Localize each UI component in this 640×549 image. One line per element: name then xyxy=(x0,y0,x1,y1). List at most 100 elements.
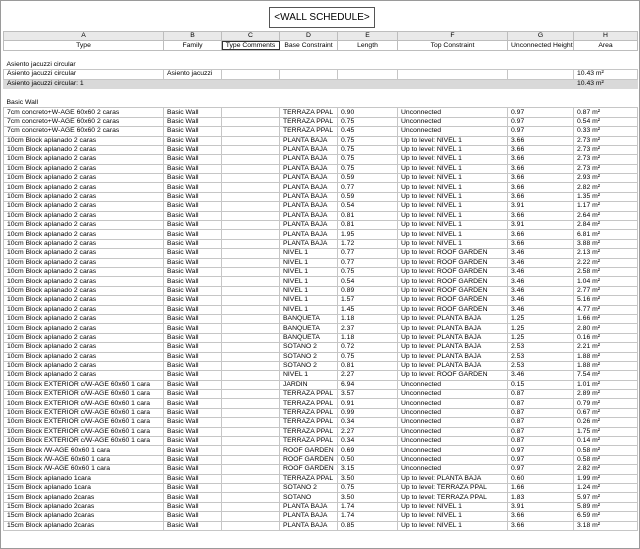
column-letter-d[interactable]: D xyxy=(279,30,338,42)
table-cell[interactable]: Basic Wall xyxy=(163,313,222,325)
table-cell[interactable]: 10cm Block aplanado 2 caras xyxy=(3,210,164,222)
table-cell[interactable]: 0.75 xyxy=(337,482,398,494)
column-header[interactable]: Length xyxy=(337,40,398,51)
table-cell[interactable]: 15cm Block aplanado 2caras xyxy=(3,492,164,503)
table-cell[interactable]: BANQUETA xyxy=(279,323,338,334)
table-cell[interactable] xyxy=(221,379,280,391)
table-row[interactable]: 10cm Block aplanado 2 caras Basic Wall NIV… xyxy=(3,257,638,269)
table-cell[interactable]: 0.75 xyxy=(337,351,398,362)
table-cell[interactable]: Basic Wall xyxy=(163,360,222,372)
table-cell[interactable] xyxy=(221,163,280,175)
table-cell[interactable] xyxy=(507,69,574,80)
table-cell[interactable]: Up to level: NIVEL 1 xyxy=(397,229,508,240)
table-cell[interactable]: Basic Wall xyxy=(163,295,222,306)
table-cell[interactable]: 3.66 xyxy=(507,144,574,156)
table-cell[interactable]: Up to level: NIVEL 1 xyxy=(397,201,508,212)
table-cell[interactable]: Up to level: TERRAZA PPAL xyxy=(397,482,508,494)
table-cell[interactable]: 2.73 m² xyxy=(573,163,638,175)
table-cell[interactable]: Basic Wall xyxy=(163,511,222,522)
table-cell[interactable] xyxy=(221,220,280,231)
table-cell[interactable]: 10cm Block aplanado 2 caras xyxy=(3,351,164,362)
table-cell[interactable] xyxy=(221,295,280,306)
table-cell[interactable]: TERRAZA PPAL xyxy=(279,126,338,137)
table-cell[interactable]: 10cm Block aplanado 2 caras xyxy=(3,304,164,315)
table-cell[interactable] xyxy=(221,492,280,503)
table-cell[interactable] xyxy=(221,69,280,80)
table-row[interactable]: 15cm Block aplanado 1cara Basic Wall SOTAN… xyxy=(3,482,638,494)
table-cell[interactable]: 10.43 m² xyxy=(573,69,638,80)
table-cell[interactable]: 1.74 xyxy=(337,501,398,513)
table-cell[interactable]: Asiento jacuzzi xyxy=(163,69,222,80)
group-header-row[interactable]: Asiento jacuzzi circular xyxy=(3,56,638,70)
table-cell[interactable]: 0.87 m² xyxy=(573,107,638,118)
table-cell[interactable] xyxy=(221,201,280,212)
table-cell[interactable]: 10cm Block aplanado 2 caras xyxy=(3,173,164,184)
table-cell[interactable]: 3.50 xyxy=(337,473,398,484)
table-cell[interactable]: Unconnected xyxy=(397,464,508,475)
table-cell[interactable]: 2.73 m² xyxy=(573,135,638,146)
table-cell[interactable]: 3.88 m² xyxy=(573,238,638,250)
table-cell[interactable]: Basic Wall xyxy=(163,482,222,494)
table-cell[interactable]: 15cm Block aplanado 2caras xyxy=(3,501,164,513)
column-letter-a[interactable]: A xyxy=(3,30,164,42)
table-cell[interactable]: 3.18 m² xyxy=(573,520,638,531)
column-letter-e[interactable]: E xyxy=(337,30,398,42)
table-cell[interactable]: Basic Wall xyxy=(163,454,222,466)
table-cell[interactable]: Unconnected xyxy=(397,389,508,400)
table-cell[interactable]: Basic Wall xyxy=(163,163,222,175)
table-cell[interactable]: Basic Wall xyxy=(163,473,222,484)
table-row[interactable]: 10cm Block EXTERIOR c/W-AGE 60x60 1 cara… xyxy=(3,435,638,447)
table-cell[interactable]: NIVEL 1 xyxy=(279,266,338,278)
column-letter-b[interactable]: B xyxy=(163,30,222,42)
table-cell[interactable]: Unconnected xyxy=(397,445,508,456)
table-cell[interactable]: Basic Wall xyxy=(163,144,222,156)
table-cell[interactable]: 0.79 m² xyxy=(573,398,638,409)
column-header[interactable]: Family xyxy=(163,40,222,51)
table-cell[interactable]: 1.25 xyxy=(507,313,574,325)
table-cell[interactable]: 10cm Block aplanado 2 caras xyxy=(3,163,164,175)
table-row[interactable]: 10cm Block aplanado 2 caras Basic Wall NIV… xyxy=(3,248,638,259)
table-cell[interactable]: ROOF GARDEN xyxy=(279,445,338,456)
schedule-title[interactable]: <WALL SCHEDULE> xyxy=(269,7,375,28)
table-cell[interactable] xyxy=(221,370,280,381)
table-cell[interactable]: Basic Wall xyxy=(163,126,222,137)
table-cell[interactable]: 2.53 xyxy=(507,360,574,372)
table-cell[interactable]: 10cm Block EXTERIOR c/W-AGE 60x60 1 cara xyxy=(3,407,164,419)
table-cell[interactable]: 0.60 xyxy=(507,473,574,484)
table-cell[interactable]: 1.72 xyxy=(337,238,398,250)
table-cell[interactable]: 0.77 xyxy=(337,257,398,269)
table-cell[interactable]: Basic Wall xyxy=(163,201,222,212)
table-cell[interactable]: Up to level: PLANTA BAJA xyxy=(397,360,508,372)
table-row[interactable]: 15cm Block aplanado 2caras Basic Wall PLAN… xyxy=(3,501,638,513)
table-cell[interactable]: 2.89 m² xyxy=(573,389,638,400)
table-cell[interactable]: 3.66 xyxy=(507,229,574,240)
table-cell[interactable]: 3.66 xyxy=(507,163,574,175)
table-cell[interactable]: TERRAZA PPAL xyxy=(279,398,338,409)
table-cell[interactable] xyxy=(337,69,398,80)
table-cell[interactable]: Up to level: NIVEL 1 xyxy=(397,173,508,184)
table-cell[interactable]: SOTANO 2 xyxy=(279,351,338,362)
table-cell[interactable]: Up to level: ROOF GARDEN xyxy=(397,257,508,269)
table-cell[interactable] xyxy=(221,285,280,297)
table-row[interactable]: 10cm Block aplanado 2 caras Basic Wall PLA… xyxy=(3,191,638,203)
table-cell[interactable]: 0.75 xyxy=(337,154,398,165)
table-cell[interactable]: 3.91 xyxy=(507,220,574,231)
table-cell[interactable]: 3.66 xyxy=(507,238,574,250)
table-cell[interactable]: 3.66 xyxy=(507,511,574,522)
table-cell[interactable]: Up to level: PLANTA BAJA xyxy=(397,473,508,484)
table-cell[interactable]: 0.69 xyxy=(337,445,398,456)
table-cell[interactable]: 1.88 m² xyxy=(573,351,638,362)
table-cell[interactable]: Up to level: ROOF GARDEN xyxy=(397,370,508,381)
table-cell[interactable] xyxy=(397,69,508,80)
table-cell[interactable]: 5.16 m² xyxy=(573,295,638,306)
table-cell[interactable]: 0.34 xyxy=(337,435,398,447)
table-cell[interactable]: 0.54 m² xyxy=(573,116,638,128)
table-row[interactable]: 10cm Block aplanado 2 caras Basic Wall PLA… xyxy=(3,135,638,146)
table-cell[interactable]: 10cm Block EXTERIOR c/W-AGE 60x60 1 cara xyxy=(3,435,164,447)
table-cell[interactable]: 3.46 xyxy=(507,257,574,269)
column-header-row[interactable]: Type Family Type Comments Base Constraint Le… xyxy=(3,40,638,51)
table-cell[interactable]: Basic Wall xyxy=(163,351,222,362)
table-cell[interactable]: 10cm Block aplanado 2 caras xyxy=(3,276,164,287)
table-row[interactable]: 15cm Block aplanado 1cara Basic Wall TERRA… xyxy=(3,473,638,484)
column-header[interactable]: Base Constraint xyxy=(279,40,338,51)
